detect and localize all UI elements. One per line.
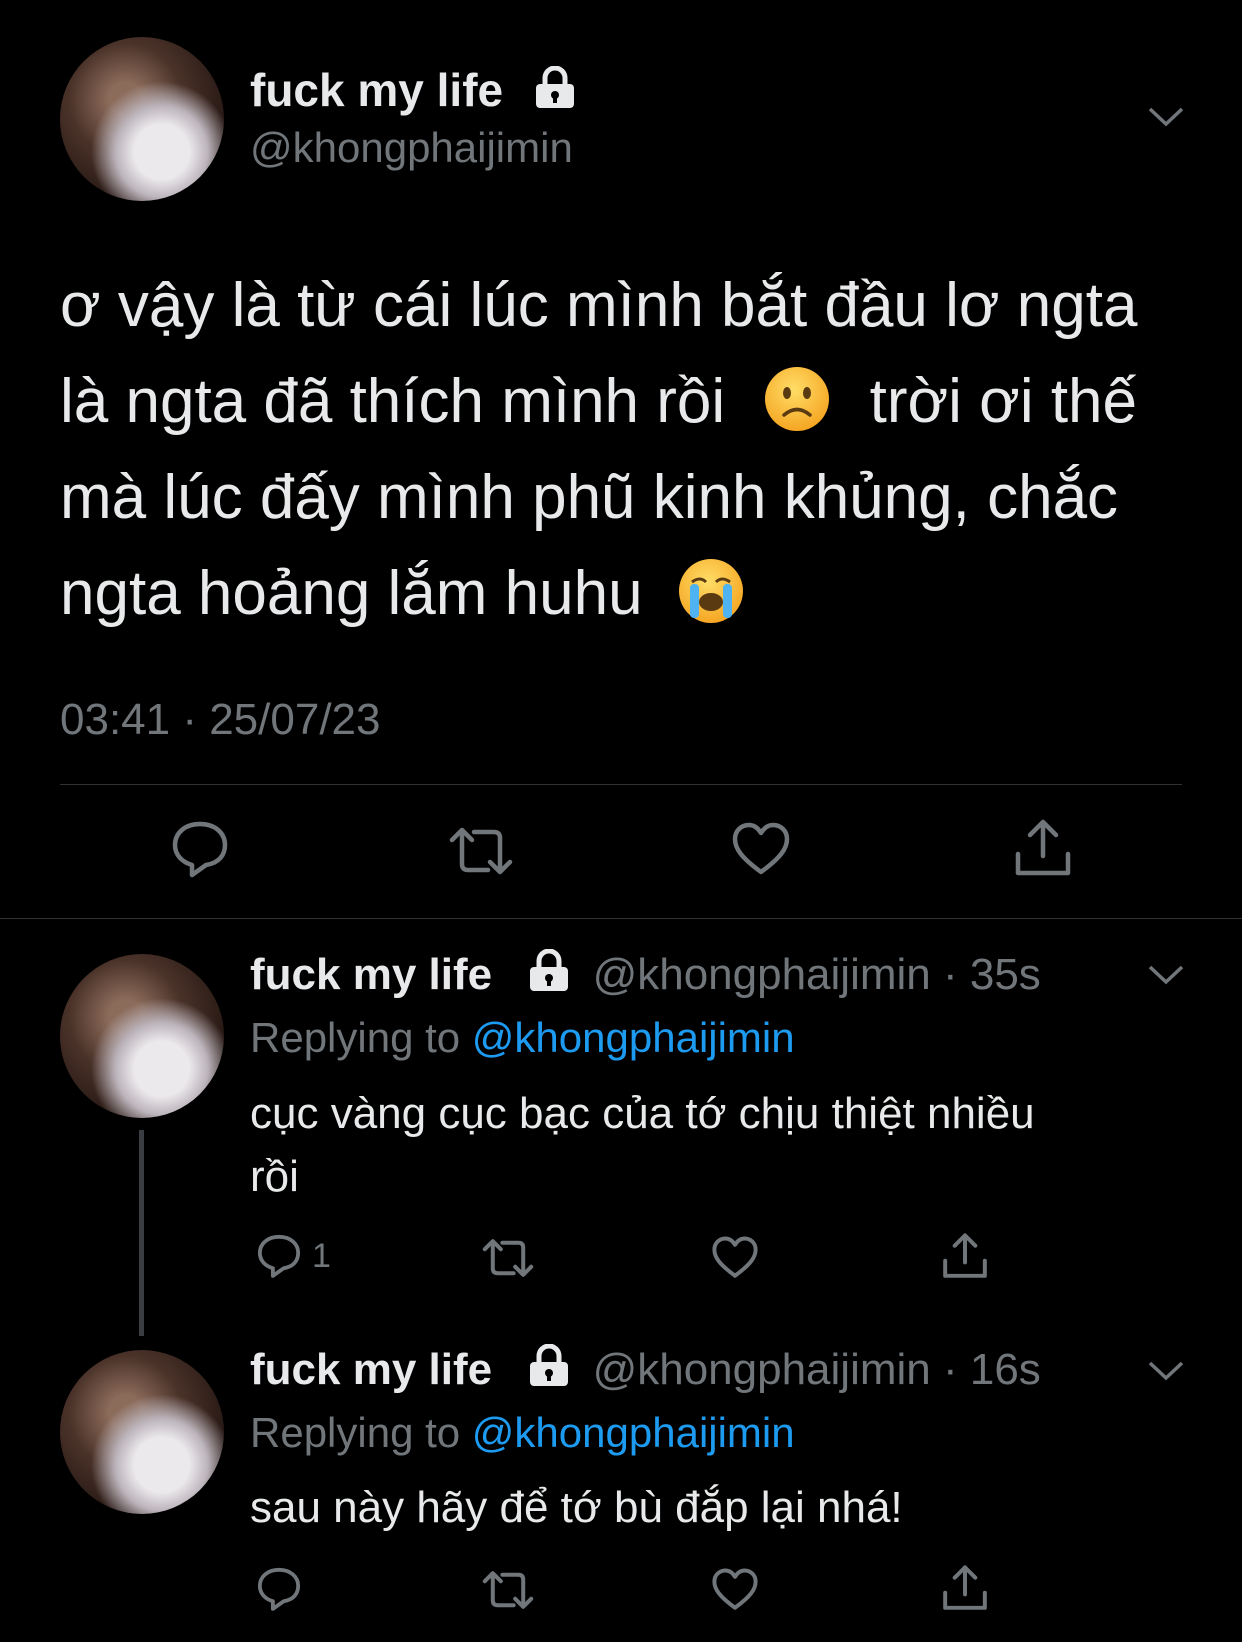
mention-link[interactable]: @khongphaijimin (472, 1014, 795, 1061)
tweet-text-line: sau này hãy để tớ bù đắp lại nhá! (250, 1483, 903, 1532)
replying-to: Replying to @khongphaijimin (250, 1406, 795, 1460)
handle[interactable]: @khongphaijimin (250, 122, 573, 174)
divider (60, 784, 1182, 785)
tweet-text: cục vàng cục bạc của tớ chịu thiệt nhiều… (250, 1082, 1035, 1208)
retweet-icon[interactable] (480, 1238, 536, 1278)
reply-icon[interactable]: 1 (256, 1233, 331, 1279)
replying-to: Replying to @khongphaijimin (250, 1011, 795, 1065)
retweet-icon[interactable] (446, 826, 516, 876)
loudly-crying-face-emoji (678, 556, 744, 623)
like-icon[interactable] (712, 1236, 758, 1279)
divider (0, 918, 1242, 919)
tweet-text-line: mà lúc đấy mình phũ kinh khủng, chắc (60, 463, 1119, 532)
reply-count: 1 (312, 1236, 331, 1275)
reply-header: fuck my life @khongphaijimin · 16s (250, 1343, 1041, 1401)
lock-icon (534, 65, 576, 122)
tweet-text: ơ vậy là từ cái lúc mình bắt đầu lơ ngta… (60, 258, 1137, 642)
tweet-text-line: ơ vậy là từ cái lúc mình bắt đầu lơ ngta (60, 271, 1138, 340)
tweet-time[interactable]: · 16s (943, 1345, 1041, 1394)
retweet-icon[interactable] (480, 1570, 536, 1610)
display-name[interactable]: fuck my life (250, 950, 492, 999)
timestamp[interactable]: 03:41 · 25/07/23 (60, 693, 380, 747)
replying-label: Replying to (250, 1014, 461, 1061)
handle[interactable]: @khongphaijimin (593, 1345, 931, 1394)
share-icon[interactable] (1014, 818, 1072, 878)
slightly-frowning-face-emoji (764, 364, 830, 431)
mention-link[interactable]: @khongphaijimin (472, 1409, 795, 1456)
share-icon[interactable] (942, 1232, 988, 1280)
lock-icon (528, 948, 570, 1006)
reply-icon[interactable] (170, 820, 230, 878)
replying-label: Replying to (250, 1409, 461, 1456)
tweet-text-line: ngta hoảng lắm huhu (60, 546, 1137, 642)
reply-header: fuck my life @khongphaijimin · 35s (250, 948, 1041, 1006)
chevron-down-icon[interactable] (1148, 1360, 1184, 1382)
like-icon[interactable] (712, 1568, 758, 1611)
avatar[interactable] (60, 1350, 224, 1514)
share-icon[interactable] (942, 1564, 988, 1612)
tweet-text: sau này hãy để tớ bù đắp lại nhá! (250, 1476, 903, 1539)
tweet-time[interactable]: · 35s (943, 950, 1041, 999)
lock-icon (528, 1343, 570, 1401)
tweet-text-line: rồi (250, 1152, 299, 1201)
display-name[interactable]: fuck my life (250, 1345, 492, 1394)
reply-icon[interactable] (256, 1566, 302, 1612)
handle[interactable]: @khongphaijimin (593, 950, 931, 999)
thread-line (139, 1130, 144, 1336)
display-name-text: fuck my life (250, 64, 504, 116)
tweet-text-part: trời ơi thế (869, 367, 1138, 436)
display-name[interactable]: fuck my life (250, 62, 576, 122)
chevron-down-icon[interactable] (1148, 964, 1184, 986)
like-icon[interactable] (732, 822, 790, 876)
tweet-text-line: cục vàng cục bạc của tớ chịu thiệt nhiều (250, 1089, 1035, 1138)
tweet-text-part: ngta hoảng lắm huhu (60, 559, 643, 628)
chevron-down-icon[interactable] (1148, 106, 1184, 128)
tweet-text-line: là ngta đã thích mình rồi trời ơi thế (60, 354, 1137, 450)
avatar[interactable] (60, 954, 224, 1118)
tweet-text-part: là ngta đã thích mình rồi (60, 367, 726, 436)
avatar[interactable] (60, 37, 224, 201)
